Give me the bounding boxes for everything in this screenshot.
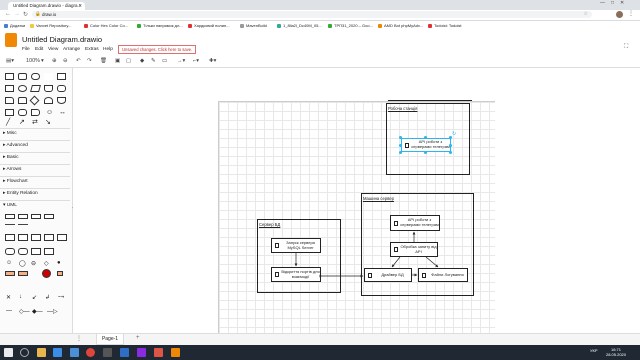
app-icon[interactable] [154, 348, 163, 357]
chrome-icon[interactable] [86, 348, 95, 357]
clock-date: 28.05.2020 [605, 352, 626, 357]
file-explorer-icon[interactable] [37, 348, 46, 357]
os-taskbar [0, 345, 640, 360]
pages-menu-icon[interactable]: ⋮ [76, 335, 82, 342]
language-indicator[interactable]: УКР [590, 348, 598, 353]
ide-icon[interactable] [137, 348, 146, 357]
connectors-layer [294, 231, 439, 278]
add-page-button[interactable]: + [136, 335, 140, 341]
terminal-icon[interactable] [103, 348, 112, 357]
edge-icon[interactable] [70, 348, 79, 357]
edge-handler-to-logs[interactable] [425, 256, 439, 268]
store-icon[interactable] [53, 348, 62, 357]
edge-handler-to-driver[interactable] [391, 256, 401, 268]
drawio-app-icon[interactable] [171, 348, 180, 357]
windows-start-icon[interactable] [4, 348, 13, 357]
page-tab[interactable]: Page-1 [96, 334, 124, 345]
search-icon[interactable] [20, 348, 29, 357]
app-icon[interactable] [120, 348, 129, 357]
system-clock[interactable]: 16:71 28.05.2020 [606, 347, 626, 357]
